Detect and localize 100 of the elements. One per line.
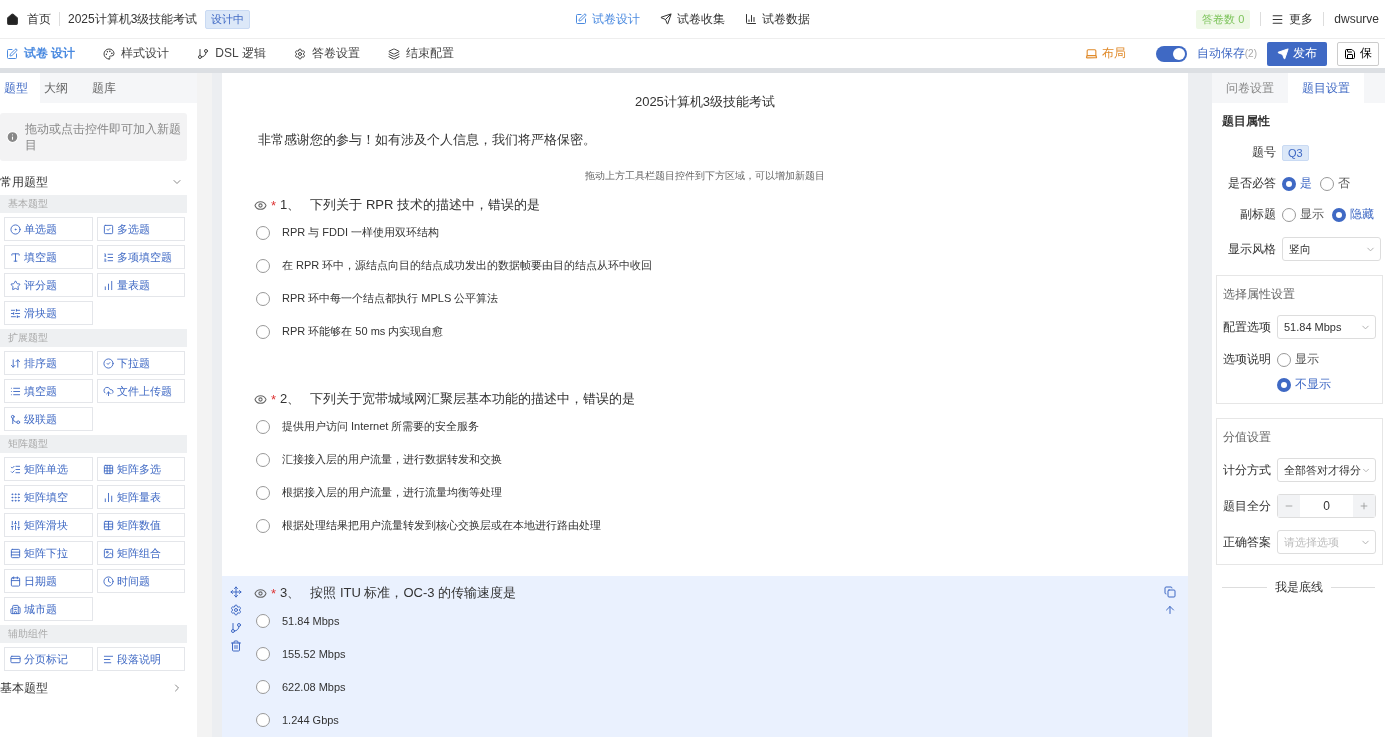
section-title: 题目属性 xyxy=(1222,113,1271,130)
minus-button[interactable] xyxy=(1278,495,1300,517)
nav-tab[interactable]: 试卷设计 xyxy=(575,10,640,28)
eye-icon[interactable] xyxy=(254,586,267,600)
radio-option[interactable]: 显示 xyxy=(1282,206,1324,223)
option-radio[interactable] xyxy=(256,419,270,434)
autosave-toggle[interactable] xyxy=(1155,45,1187,62)
send-icon xyxy=(1277,47,1289,60)
question-type-item[interactable]: 矩阵单选 xyxy=(4,457,93,481)
radio-option[interactable]: 是 xyxy=(1282,175,1312,192)
bar-chart-icon xyxy=(102,279,114,291)
question-type-item[interactable]: 矩阵量表 xyxy=(96,485,185,509)
panel-tab[interactable]: 题库 xyxy=(88,73,136,103)
option-radio[interactable] xyxy=(256,712,270,727)
radio-option[interactable]: 否 xyxy=(1320,175,1350,192)
question-type-item[interactable]: 分页标记 xyxy=(4,647,93,671)
panel-tab[interactable]: 问卷设置 xyxy=(1212,73,1288,103)
settings-icon[interactable] xyxy=(230,604,242,616)
option-radio[interactable] xyxy=(256,225,270,240)
question-type-item[interactable]: 级联题 xyxy=(4,407,93,431)
option-select[interactable]: 51.84 Mbps xyxy=(1277,315,1376,339)
toolbar-tab[interactable]: 答卷设置 xyxy=(293,45,360,62)
option-radio[interactable] xyxy=(256,291,270,306)
toolbar-tab[interactable]: 试卷 设计 xyxy=(6,45,76,62)
option-radio[interactable] xyxy=(256,485,270,500)
edit-icon xyxy=(6,47,18,60)
list-icon xyxy=(102,251,114,263)
question-type-item[interactable]: 矩阵填空 xyxy=(4,485,93,509)
style-select[interactable]: 竖向 xyxy=(1282,237,1381,261)
question-type-item[interactable]: 评分题 xyxy=(4,273,93,297)
panel-tab[interactable]: 题型 xyxy=(0,73,40,103)
arrow-up-icon[interactable] xyxy=(1164,604,1176,616)
question-type-item[interactable]: 量表题 xyxy=(96,273,185,297)
question-card[interactable]: * 3、 按照 ITU 标准，OC-3 的传输速度是 51.84 Mbps 155.52 Mbps 622.08 Mbps 1.244 Gbps xyxy=(222,576,1188,737)
eye-icon[interactable] xyxy=(254,392,267,406)
branch-icon[interactable] xyxy=(230,622,242,634)
question-type-item[interactable]: 矩阵组合 xyxy=(96,541,185,565)
eye-icon[interactable] xyxy=(254,198,267,212)
radio-option[interactable]: 不显示 xyxy=(1277,376,1331,393)
question-type-item[interactable]: 文件上传题 xyxy=(96,379,185,403)
card-title: 分值设置 xyxy=(1223,429,1272,446)
question-type-item[interactable]: 多项填空题 xyxy=(96,245,185,269)
plus-button[interactable] xyxy=(1353,495,1375,517)
radio-option[interactable]: 显示 xyxy=(1277,351,1331,368)
question-type-item[interactable]: 段落说明 xyxy=(96,647,185,671)
nav-tab[interactable]: 试卷收集 xyxy=(660,10,725,28)
delete-icon[interactable] xyxy=(230,640,242,652)
option-label: 51.84 Mbps xyxy=(282,614,340,627)
more-menu[interactable]: 更多 xyxy=(1271,10,1314,28)
question-type-item[interactable]: 矩阵滑块 xyxy=(4,513,93,537)
question-type-item[interactable]: 矩阵下拉 xyxy=(4,541,93,565)
question-type-item[interactable]: 城市题 xyxy=(4,597,93,621)
home-link[interactable]: 首页 xyxy=(27,10,51,28)
question-type-item[interactable]: 矩阵多选 xyxy=(96,457,185,481)
option-label: 在 RPR 环中，源结点向目的结点成功发出的数据帧要由目的结点从环中收回 xyxy=(282,258,653,273)
panel-tab[interactable]: 大纲 xyxy=(40,73,88,103)
section-header[interactable]: 常用题型 xyxy=(0,169,197,195)
score-stepper[interactable]: 0 xyxy=(1277,494,1376,518)
publish-button[interactable]: 发布 xyxy=(1267,41,1327,66)
question-text: 下列关于 RPR 技术的描述中，错误的是 xyxy=(310,196,540,214)
group-header: 矩阵题型 xyxy=(0,435,187,453)
scoring-select[interactable]: 全部答对才得分 xyxy=(1277,458,1376,482)
option-radio[interactable] xyxy=(256,613,270,628)
question-type-item[interactable]: 滑块题 xyxy=(4,301,93,325)
save-icon xyxy=(1344,47,1356,60)
checklist-icon xyxy=(10,463,21,475)
question-type-item[interactable]: 矩阵数值 xyxy=(96,513,185,537)
option-radio[interactable] xyxy=(256,452,270,467)
question-type-item[interactable]: 排序题 xyxy=(4,351,93,375)
drop-hint: 拖动上方工具栏题目控件到下方区域，可以增加新题目 xyxy=(584,169,826,183)
question-type-item[interactable]: 日期题 xyxy=(4,569,93,593)
question-type-item[interactable]: 多选题 xyxy=(96,217,185,241)
question-number: 3、 xyxy=(280,584,301,602)
list-icon xyxy=(10,385,21,397)
option-label: 622.08 Mbps xyxy=(282,680,346,693)
rows-icon xyxy=(10,547,21,559)
user-name[interactable]: dwsurve xyxy=(1334,12,1379,26)
option-radio[interactable] xyxy=(256,518,270,533)
question-type-item[interactable]: 填空题 xyxy=(4,379,93,403)
toolbar-tab[interactable]: 结束配置 xyxy=(387,45,454,62)
panel-tab[interactable]: 题目设置 xyxy=(1288,73,1364,103)
option-radio[interactable] xyxy=(256,679,270,694)
question-type-item[interactable]: 单选题 xyxy=(4,217,93,241)
option-radio[interactable] xyxy=(256,258,270,273)
toolbar-tab[interactable]: 样式设计 xyxy=(103,45,170,62)
save-button[interactable]: 保 xyxy=(1337,41,1379,66)
toolbar-tab[interactable]: DSL 逻辑 xyxy=(197,45,266,62)
option-radio[interactable] xyxy=(256,646,270,661)
home-icon xyxy=(6,12,19,26)
radio-option[interactable]: 隐藏 xyxy=(1332,206,1374,223)
card-title: 选择属性设置 xyxy=(1223,286,1296,303)
check-circle-icon xyxy=(102,357,114,369)
question-type-item[interactable]: 填空题 xyxy=(4,245,93,269)
question-type-item[interactable]: 时间题 xyxy=(96,569,185,593)
option-radio[interactable] xyxy=(256,324,270,339)
copy-icon[interactable] xyxy=(1164,586,1176,598)
question-type-item[interactable]: 下拉题 xyxy=(96,351,185,375)
nav-tab[interactable]: 试卷数据 xyxy=(745,10,810,28)
move-icon[interactable] xyxy=(230,586,242,598)
section-header[interactable]: 基本题型 xyxy=(0,675,197,701)
